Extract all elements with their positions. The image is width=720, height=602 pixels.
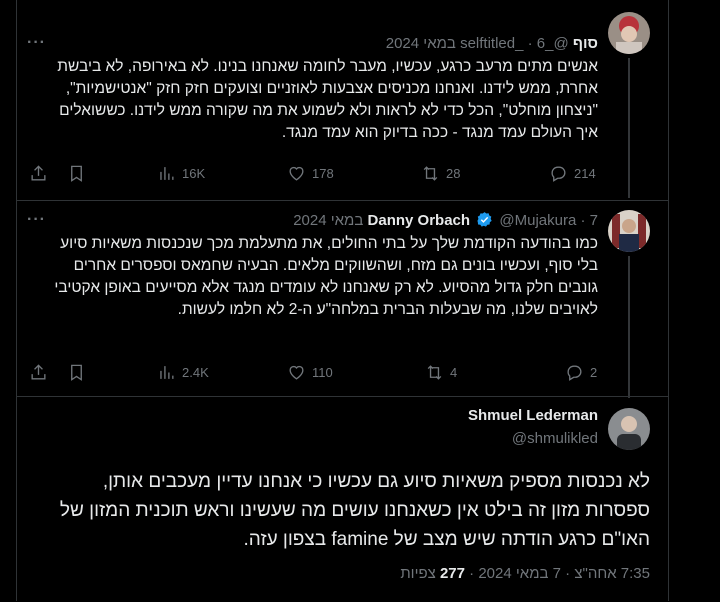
tweet-2[interactable]: Danny Orbach @Mujakura · 7 במאי 2024 ···… [17, 200, 668, 398]
handle[interactable]: @Mujakura [499, 212, 576, 229]
action-bar: 16K 178 28 214 [29, 162, 598, 184]
timestamp[interactable]: 7:35 אחה"צ · 7 במאי 2024 [478, 565, 650, 582]
tweet-text: לא נכנסות מספיק משאיות סיוע גם עכשיו כי … [59, 471, 650, 550]
more-icon[interactable]: ··· [27, 211, 46, 229]
avatar-image [608, 408, 650, 450]
reply-icon [551, 165, 566, 182]
repost-button[interactable]: 4 [425, 361, 457, 383]
like-count: 178 [312, 165, 334, 181]
verified-badge-icon[interactable] [476, 211, 493, 228]
avatar-image [608, 210, 650, 252]
views-icon [160, 166, 174, 180]
display-name[interactable]: סוף [573, 35, 598, 52]
thread-line [628, 256, 630, 398]
like-button[interactable]: 178 [287, 162, 334, 184]
main-tweet: Shmuel Lederman @shmulikled לא נכנסות מס… [17, 396, 668, 602]
like-button[interactable]: 110 [287, 361, 333, 383]
reply-button[interactable]: 214 [549, 162, 596, 184]
views-count: 277 [439, 565, 465, 582]
repost-count: 28 [446, 165, 461, 181]
repost-count: 4 [450, 364, 458, 380]
views-button[interactable]: 16K [157, 162, 205, 184]
share-icon[interactable] [29, 361, 48, 383]
display-name[interactable]: Danny Orbach [368, 212, 471, 229]
bookmark-icon[interactable] [67, 162, 86, 184]
repost-icon [427, 364, 442, 380]
handle[interactable]: @shmulikled [512, 430, 598, 447]
like-icon [289, 166, 304, 181]
share-icon[interactable] [29, 162, 48, 184]
separator: · [580, 212, 586, 229]
reply-count: 2 [590, 364, 598, 380]
avatar[interactable] [608, 408, 650, 450]
avatar[interactable] [608, 210, 650, 252]
reply-button[interactable]: 2 [565, 361, 597, 383]
views-button[interactable]: 2.4K [157, 361, 209, 383]
timeline-column: סוף @_selftitled_ · 6 במאי 2024 ··· אנשי… [16, 0, 669, 601]
repost-icon [423, 165, 438, 181]
tweet-header: Danny Orbach @Mujakura · 7 במאי 2024 [293, 211, 598, 231]
views-label: צפיות [400, 565, 436, 582]
tweet-text: אנשים מתים מרעב כרגע, עכשיו, מעבר לחומה … [57, 58, 598, 141]
views-count: 2.4K [182, 364, 209, 380]
tweet-1[interactable]: סוף @_selftitled_ · 6 במאי 2024 ··· אנשי… [17, 12, 668, 198]
tweet-text: כמו בהודעה הקודמת שלך על בתי החולים, את … [54, 235, 598, 318]
avatar-image [608, 12, 650, 54]
more-icon[interactable]: ··· [27, 34, 46, 52]
avatar[interactable] [608, 12, 650, 54]
display-name[interactable]: Shmuel Lederman [468, 407, 598, 424]
tweet-meta: 7:35 אחה"צ · 7 במאי 2024 · 277 צפיות [400, 565, 650, 582]
bookmark-icon[interactable] [67, 361, 86, 383]
views-count: 16K [182, 165, 206, 181]
separator: · [527, 35, 533, 52]
reply-icon [567, 364, 582, 381]
action-bar: 2.4K 110 4 2 [29, 361, 598, 383]
thread-line [628, 58, 630, 198]
reply-count: 214 [574, 165, 596, 181]
like-icon [289, 365, 304, 380]
tweet-header: סוף @_selftitled_ · 6 במאי 2024 [386, 34, 598, 54]
views-icon [160, 365, 174, 379]
separator: · [469, 565, 475, 582]
handle[interactable]: @_selftitled_ [460, 35, 569, 52]
repost-button[interactable]: 28 [421, 162, 460, 184]
like-count: 110 [312, 364, 333, 380]
